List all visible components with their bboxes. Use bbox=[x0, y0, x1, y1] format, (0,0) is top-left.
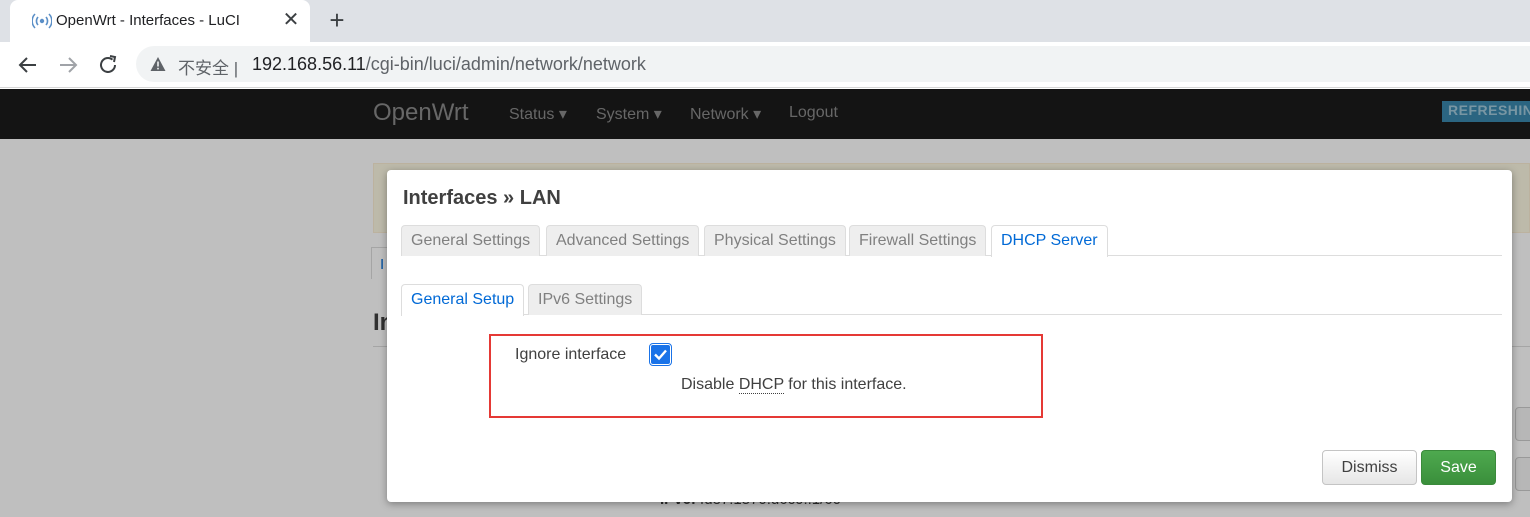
url-text: 192.168.56.11/cgi-bin/luci/admin/network… bbox=[252, 54, 646, 75]
tab-dhcp-server[interactable]: DHCP Server bbox=[991, 225, 1108, 257]
ignore-interface-description: Disable DHCP for this interface. bbox=[681, 376, 907, 394]
forward-arrow-icon[interactable] bbox=[56, 53, 80, 77]
desc-text: for this interface. bbox=[783, 376, 907, 393]
page-viewport: OpenWrt Status ▾ System ▾ Network ▾ Logo… bbox=[0, 89, 1530, 517]
back-arrow-icon[interactable] bbox=[16, 53, 40, 77]
save-button[interactable]: Save bbox=[1421, 450, 1496, 485]
dhcp-subtabs: General Setup IPv6 Settings bbox=[401, 284, 1502, 316]
tab-firewall-settings[interactable]: Firewall Settings bbox=[849, 225, 987, 256]
tab-general-setup[interactable]: General Setup bbox=[401, 284, 525, 316]
tab-physical-settings[interactable]: Physical Settings bbox=[704, 225, 846, 256]
not-secure-label: 不安全 | bbox=[178, 59, 239, 78]
reload-icon[interactable] bbox=[96, 53, 120, 77]
modal-title: Interfaces » LAN bbox=[403, 187, 561, 209]
dismiss-button[interactable]: Dismiss bbox=[1322, 450, 1417, 485]
browser-toolbar: 不安全 | 192.168.56.11/cgi-bin/luci/admin/n… bbox=[0, 42, 1530, 88]
tab-ipv6-settings[interactable]: IPv6 Settings bbox=[528, 284, 643, 315]
browser-tab[interactable]: OpenWrt - Interfaces - LuCI ✕ bbox=[10, 0, 310, 42]
url-path: /cgi-bin/luci/admin/network/network bbox=[365, 54, 646, 74]
address-bar[interactable]: 不安全 | 192.168.56.11/cgi-bin/luci/admin/n… bbox=[136, 46, 1530, 82]
browser-tab-strip: OpenWrt - Interfaces - LuCI ✕ + bbox=[0, 0, 1530, 42]
checkmark-icon bbox=[654, 349, 667, 361]
ignore-interface-label: Ignore interface bbox=[515, 346, 627, 363]
interface-modal: Interfaces » LAN General Settings Advanc… bbox=[387, 170, 1512, 502]
warning-icon bbox=[150, 57, 166, 71]
tab-title: OpenWrt - Interfaces - LuCI bbox=[56, 12, 240, 29]
settings-tabs: General Settings Advanced Settings Physi… bbox=[401, 225, 1502, 257]
url-host: 192.168.56.11 bbox=[252, 54, 366, 74]
tab-advanced-settings[interactable]: Advanced Settings bbox=[546, 225, 700, 256]
desc-text: Disable bbox=[681, 376, 739, 393]
dhcp-abbr: DHCP bbox=[738, 376, 784, 394]
wireless-favicon-icon bbox=[32, 13, 52, 29]
close-tab-icon[interactable]: ✕ bbox=[280, 9, 302, 31]
tab-general-settings[interactable]: General Settings bbox=[401, 225, 541, 256]
new-tab-icon[interactable]: + bbox=[325, 7, 349, 33]
ignore-interface-checkbox[interactable] bbox=[649, 343, 672, 366]
